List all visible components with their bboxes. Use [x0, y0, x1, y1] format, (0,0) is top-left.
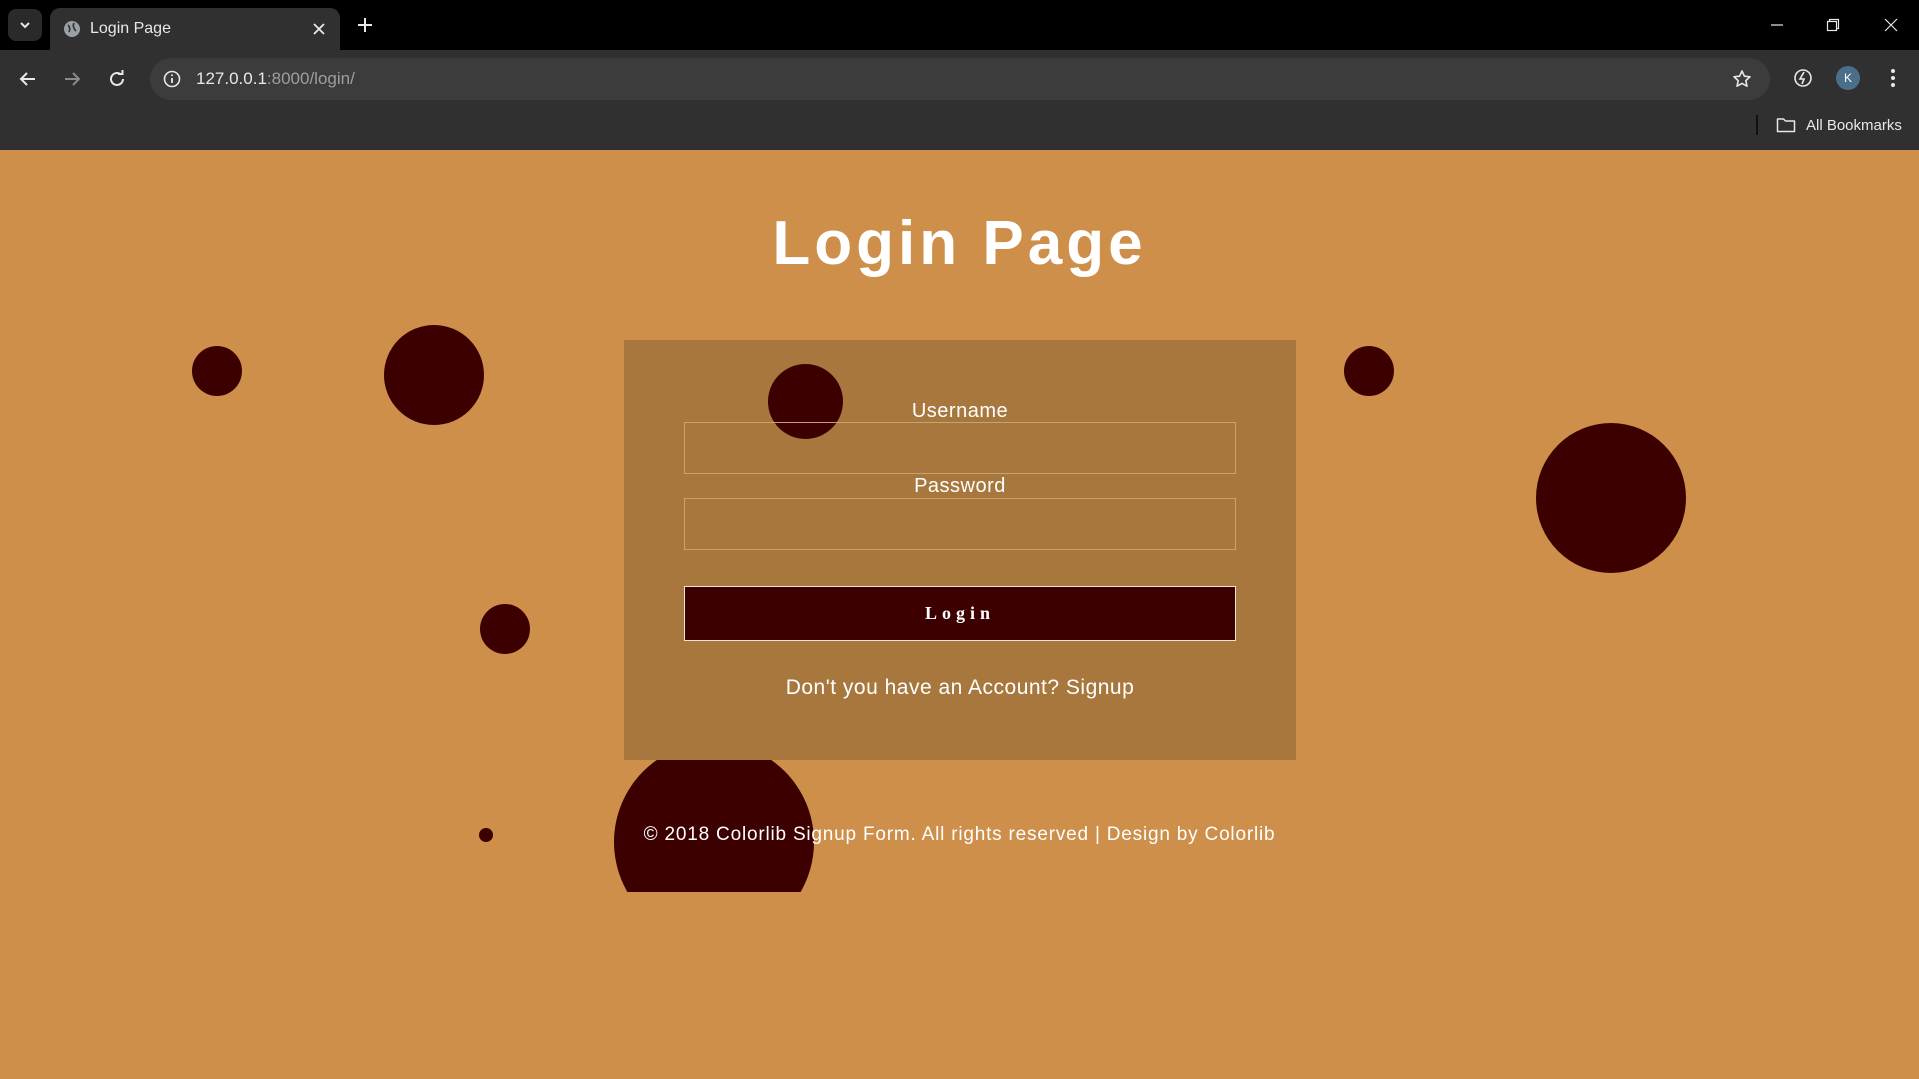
close-icon	[313, 23, 325, 35]
decorative-bubble	[1344, 346, 1394, 396]
all-bookmarks-button[interactable]: All Bookmarks	[1776, 113, 1902, 137]
url-host: 127.0.0.1	[196, 69, 267, 88]
page-footer: © 2018 Colorlib Signup Form. All rights …	[0, 824, 1919, 846]
more-vertical-icon	[1891, 69, 1895, 87]
username-input[interactable]	[684, 422, 1236, 474]
page-viewport: Login Page Username Password Login Don't…	[0, 150, 1919, 1079]
tab-close-button[interactable]	[308, 18, 330, 40]
globe-icon	[64, 21, 80, 37]
signup-prompt-text: Don't you have an Account?	[785, 676, 1060, 699]
arrow-left-icon	[19, 72, 35, 86]
browser-tab-active[interactable]: Login Page	[50, 8, 340, 50]
username-label: Username	[911, 400, 1009, 422]
all-bookmarks-label: All Bookmarks	[1806, 116, 1902, 134]
bookmark-star-button[interactable]	[1730, 67, 1754, 91]
profile-avatar[interactable]: K	[1836, 66, 1860, 90]
url-path: :8000/login/	[266, 69, 355, 88]
restore-icon	[1826, 18, 1840, 32]
info-icon	[163, 70, 181, 88]
chevron-down-icon	[20, 22, 30, 29]
minimize-button[interactable]	[1762, 10, 1792, 40]
address-bar[interactable]: 127.0.0.1:8000/login/	[150, 58, 1770, 100]
url-text[interactable]: 127.0.0.1:8000/login/	[196, 58, 355, 100]
star-icon	[1733, 70, 1751, 87]
folder-icon	[1776, 118, 1796, 133]
tab-title: Login Page	[90, 20, 171, 37]
close-window-button[interactable]	[1876, 10, 1906, 40]
login-card: Username Password Login Don't you have a…	[624, 340, 1296, 760]
bookmarks-separator	[1756, 115, 1758, 135]
minimize-icon	[1771, 24, 1783, 26]
tab-search-button[interactable]	[8, 9, 42, 41]
footer-design-link[interactable]: Design by Colorlib	[1107, 824, 1276, 845]
browser-titlebar: Login Page	[0, 0, 1919, 50]
back-button[interactable]	[12, 63, 44, 95]
speedometer-icon	[1794, 69, 1812, 87]
reload-icon	[110, 70, 124, 86]
password-label: Password	[914, 475, 1006, 497]
decorative-bubble	[1536, 423, 1686, 573]
restore-button[interactable]	[1818, 10, 1848, 40]
browser-menu-button[interactable]	[1880, 63, 1906, 93]
close-icon	[1884, 18, 1898, 32]
performance-button[interactable]	[1788, 63, 1818, 93]
decorative-bubble	[192, 346, 242, 396]
page-title: Login Page	[772, 209, 1147, 278]
decorative-bubble	[384, 325, 484, 425]
signup-prompt: Don't you have an Account? Signup	[624, 676, 1296, 700]
decorative-bubble	[480, 604, 530, 654]
reload-button[interactable]	[101, 63, 133, 95]
signup-link[interactable]: Signup	[1066, 676, 1134, 699]
password-input[interactable]	[684, 498, 1236, 550]
site-info-button[interactable]	[160, 67, 184, 91]
footer-copyright: © 2018 Colorlib Signup Form. All rights …	[643, 824, 1101, 845]
forward-button[interactable]	[56, 63, 88, 95]
new-tab-button[interactable]	[352, 12, 378, 38]
arrow-right-icon	[65, 72, 81, 86]
browser-toolbar: 127.0.0.1:8000/login/ K All Bookmarks	[0, 50, 1919, 150]
login-button[interactable]: Login	[684, 586, 1236, 641]
plus-icon	[358, 18, 372, 32]
